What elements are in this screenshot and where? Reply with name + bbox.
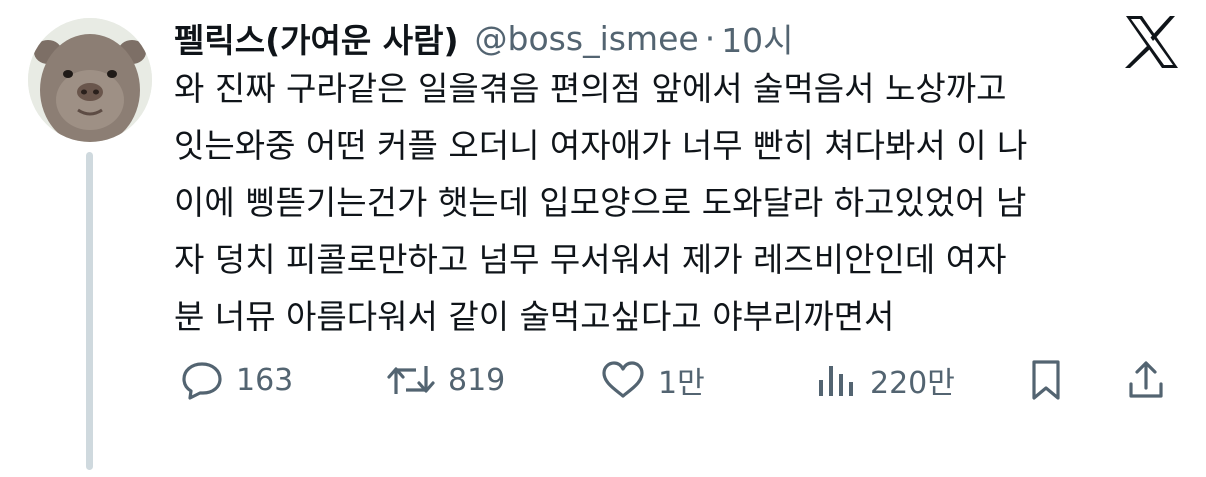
post-line: 이에 삥뜯기는건가 햇는데 입모양으로 도와달라 하고있었어 남 xyxy=(174,183,1027,222)
heart-icon xyxy=(602,361,644,398)
bookmark-icon xyxy=(1032,360,1060,400)
reply-button[interactable]: 163 xyxy=(180,352,293,408)
repost-count: 819 xyxy=(448,362,506,398)
post-header: 펠릭스(가여운 사람) @boss_ismee · 10시 xyxy=(174,10,794,66)
post-time[interactable]: 10시 xyxy=(721,14,793,62)
post-line: 와 진짜 구라같은 일을겪음 편의점 앞에서 술먹음서 노상까고 xyxy=(174,69,1007,108)
action-bar: 163 819 1만 220만 xyxy=(174,352,1184,408)
post-line: 자 덩치 피콜로만하고 넘무 무서워서 제가 레즈비안인데 여자 xyxy=(174,240,1007,279)
like-count: 1만 xyxy=(658,366,705,401)
share-icon xyxy=(1129,361,1163,398)
views-button[interactable]: 220만 xyxy=(814,352,955,408)
post-line: 분 너뮤 아름다워서 같이 술먹고싶다고 야부리까면서 xyxy=(174,297,895,336)
repost-button[interactable]: 819 xyxy=(386,352,505,408)
like-button[interactable]: 1만 xyxy=(600,352,705,408)
bookmark-button[interactable] xyxy=(1026,352,1066,408)
views-chart-icon xyxy=(819,366,853,396)
post-line: 잇는와중 어떤 커플 오더니 여자애가 너무 빤히 쳐다봐서 이 나 xyxy=(174,126,1028,165)
share-button[interactable] xyxy=(1126,352,1166,408)
author-name[interactable]: 펠릭스(가여운 사람) xyxy=(174,14,459,62)
avatar[interactable] xyxy=(28,18,152,142)
repost-icon xyxy=(387,366,435,394)
view-count: 220만 xyxy=(870,366,955,401)
rodent-avatar-icon xyxy=(28,18,152,142)
reply-icon xyxy=(182,362,222,400)
thread-line xyxy=(86,152,93,470)
reply-count: 163 xyxy=(236,362,294,398)
separator: · xyxy=(704,18,716,58)
post-text: 와 진짜 구라같은 일을겪음 편의점 앞에서 술먹음서 노상까고 잇는와중 어떤… xyxy=(174,60,1184,345)
author-handle[interactable]: @boss_ismee xyxy=(475,19,699,58)
